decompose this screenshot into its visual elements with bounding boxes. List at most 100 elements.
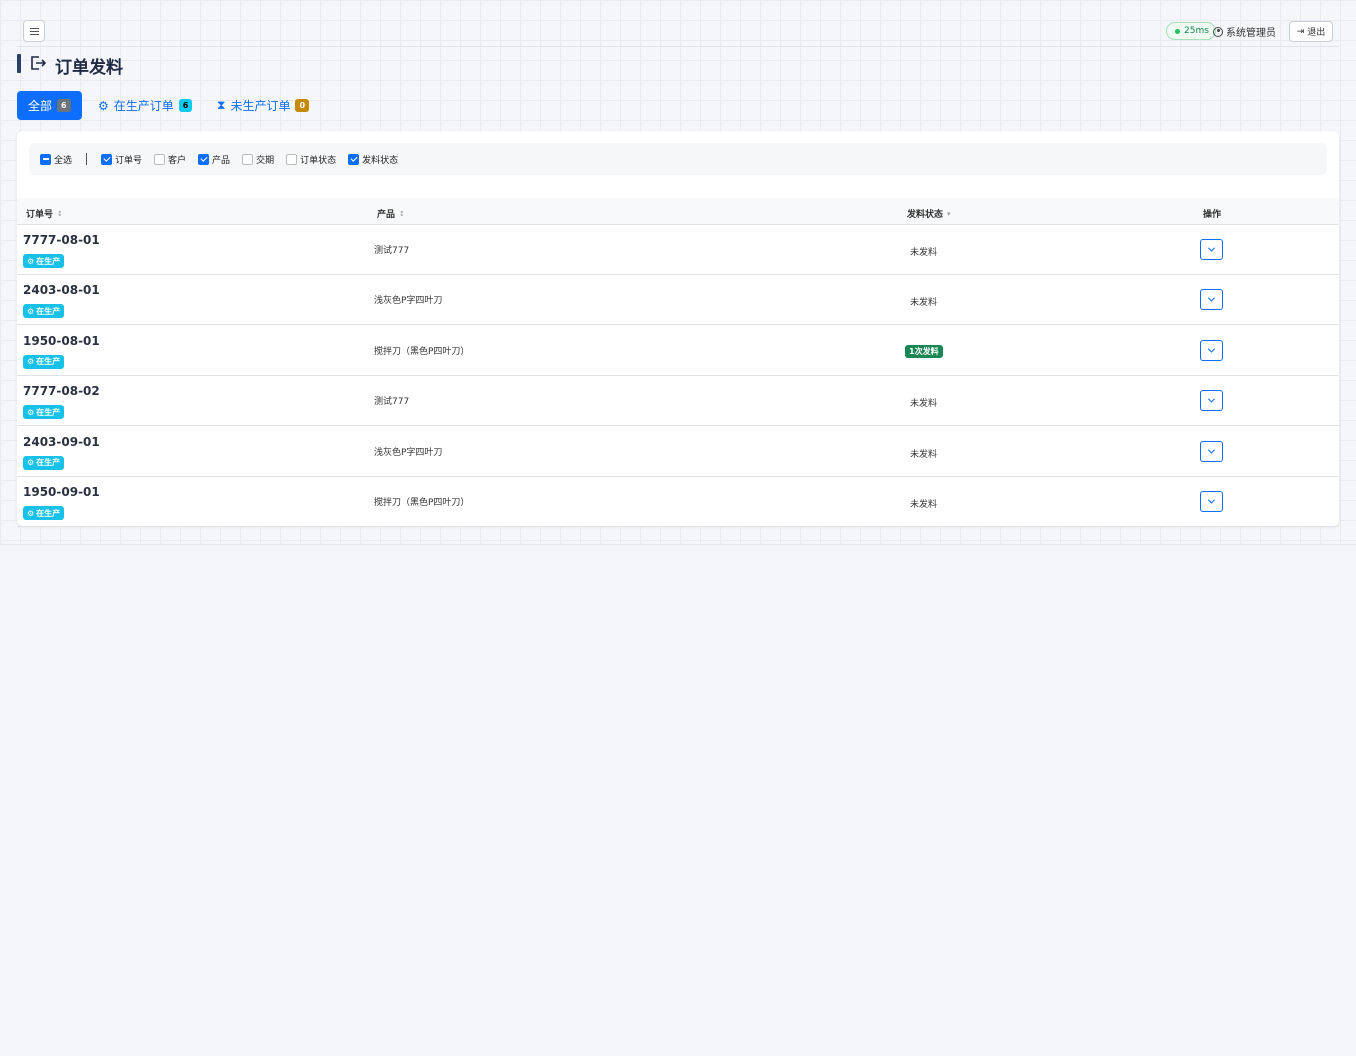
chevron-down-icon	[1207, 446, 1216, 454]
filter-label: 订单状态	[300, 155, 337, 166]
header-label: 产品	[377, 210, 396, 220]
order-number: 2403-09-01	[23, 434, 100, 449]
header-label: 操作	[1203, 210, 1222, 220]
checkbox-checked-icon[interactable]	[198, 153, 210, 165]
order-number: 2403-08-01	[23, 283, 100, 298]
column-filter-checkbox[interactable]: 客户	[154, 153, 186, 166]
checkbox-checked-icon[interactable]	[348, 153, 360, 165]
table-row: 1950-08-01 ⚙ 在生产 搅拌刀（黑色P四叶刀） 1次发料	[17, 326, 1339, 376]
product-name: 搅拌刀（黑色P四叶刀）	[374, 498, 470, 508]
select-all-label: 全选	[54, 155, 73, 166]
production-status-badge: ⚙ 在生产	[23, 354, 65, 369]
header-label: 订单号	[26, 210, 54, 220]
product-name: 测试777	[374, 397, 410, 408]
filter-label: 发料状态	[362, 155, 399, 166]
tab-label: 在生产订单	[113, 99, 174, 113]
user-info: 系统管理员	[1213, 24, 1276, 39]
expand-row-button[interactable]	[1200, 289, 1223, 311]
production-status-badge: ⚙ 在生产	[23, 254, 65, 268]
logout-icon: ⇥	[1296, 26, 1305, 37]
expand-row-button[interactable]	[1200, 339, 1223, 361]
count-badge: 6	[178, 99, 193, 112]
tab-all[interactable]: 全部 6	[17, 91, 82, 120]
tab-not-produced[interactable]: ⧗ 未生产订单 0	[206, 91, 320, 120]
column-filter-checkbox[interactable]: 产品	[198, 153, 230, 166]
gear-icon: ⚙	[27, 256, 35, 266]
filter-label: 客户	[168, 155, 187, 166]
column-filter-checkbox[interactable]: 交期	[242, 153, 274, 166]
column-filter-checkbox[interactable]: 订单状态	[286, 153, 336, 166]
header-label: 发料状态	[907, 210, 944, 220]
header-product[interactable]: 产品 ↕	[377, 207, 405, 221]
expand-row-button[interactable]	[1200, 390, 1223, 412]
order-card: 全选 订单号 客户 产品 交期 订单状态 发料状态 订单号 ↕ 产品 ↕ 发料状态 ▾ 操…	[17, 131, 1339, 527]
gear-icon: ⚙	[27, 508, 35, 518]
product-name: 浅灰色P字四叶刀	[374, 296, 443, 307]
title-accent-bar	[17, 54, 21, 73]
gear-icon: ⚙	[27, 357, 35, 367]
logout-label: 退出	[1307, 28, 1326, 38]
latency-indicator: 25ms	[1166, 22, 1216, 40]
header-divider	[17, 46, 1339, 47]
filter-divider	[86, 153, 88, 165]
production-status-badge: ⚙ 在生产	[23, 455, 65, 470]
table-row: 2403-08-01 ⚙ 在生产 浅灰色P字四叶刀 未发料	[17, 275, 1339, 326]
table-header: 订单号 ↕ 产品 ↕ 发料状态 ▾ 操作	[17, 198, 1339, 225]
filter-label: 产品	[212, 155, 231, 166]
badge-label: 在生产	[36, 306, 61, 316]
table-row: 7777-08-01 ⚙ 在生产 测试777 未发料	[17, 225, 1339, 275]
product-name: 搅拌刀（黑色P四叶刀）	[374, 346, 470, 357]
tab-label: 全部	[28, 99, 53, 113]
logout-button[interactable]: ⇥ 退出	[1289, 21, 1333, 42]
checkbox-unchecked-icon[interactable]	[286, 153, 298, 165]
badge-label: 在生产	[36, 458, 61, 468]
sort-icon[interactable]: ↕	[57, 210, 63, 218]
chevron-down-icon	[1207, 395, 1216, 403]
badge-label: 在生产	[36, 508, 61, 518]
status-dot-icon	[1175, 28, 1180, 34]
product-name: 浅灰色P字四叶刀	[374, 447, 443, 458]
production-status-badge: ⚙ 在生产	[23, 304, 65, 319]
tab-label: 未生产订单	[230, 99, 291, 113]
checkbox-indeterminate-icon[interactable]	[40, 153, 51, 165]
count-badge: 6	[57, 99, 71, 112]
header-order-no[interactable]: 订单号 ↕	[26, 207, 63, 221]
select-all-checkbox[interactable]: 全选	[40, 153, 72, 166]
expand-row-button[interactable]	[1200, 239, 1223, 260]
gear-icon: ⚙	[27, 407, 35, 417]
tab-in-production[interactable]: ⚙ 在生产订单 6	[87, 91, 203, 120]
user-circle-icon	[1213, 26, 1223, 37]
header-action: 操作	[1203, 207, 1221, 220]
checkbox-unchecked-icon[interactable]	[242, 153, 254, 165]
gear-icon: ⚙	[27, 458, 35, 468]
menu-toggle-button[interactable]	[23, 20, 45, 42]
badge-label: 在生产	[36, 407, 61, 417]
order-number: 7777-08-01	[23, 233, 100, 247]
table-row: 1950-09-01 ⚙ 在生产 搅拌刀（黑色P四叶刀） 未发料	[17, 477, 1339, 527]
box-arrow-right-icon	[31, 56, 47, 70]
column-filter-checkbox[interactable]: 订单号	[101, 153, 142, 166]
header-issue-status[interactable]: 发料状态 ▾	[907, 207, 951, 221]
checkbox-unchecked-icon[interactable]	[154, 153, 166, 165]
column-filter-checkbox[interactable]: 发料状态	[348, 153, 398, 166]
issue-status-text: 未发料	[910, 399, 938, 410]
expand-row-button[interactable]	[1200, 491, 1223, 512]
hourglass-icon: ⧗	[217, 98, 226, 112]
table-row: 2403-09-01 ⚙ 在生产 浅灰色P字四叶刀 未发料	[17, 427, 1339, 477]
column-checkbox-group: 订单号 客户 产品 交期 订单状态 发料状态	[101, 153, 410, 166]
order-number: 7777-08-02	[23, 384, 100, 399]
chevron-down-icon	[1207, 496, 1216, 504]
chevron-down-icon	[1207, 345, 1216, 353]
badge-label: 在生产	[36, 357, 61, 367]
production-status-badge: ⚙ 在生产	[23, 506, 65, 520]
order-number: 1950-08-01	[23, 333, 100, 348]
filter-label: 交期	[256, 155, 275, 166]
production-status-badge: ⚙ 在生产	[23, 405, 65, 420]
sort-icon[interactable]: ▾	[947, 210, 951, 218]
checkbox-checked-icon[interactable]	[101, 153, 113, 165]
chevron-down-icon	[1207, 244, 1216, 252]
app-background: 25ms 系统管理员 ⇥ 退出 订单发料 全部 6 ⚙ 在生产订单 6 ⧗ 未生…	[0, 0, 1356, 545]
expand-row-button[interactable]	[1200, 440, 1223, 462]
sort-icon[interactable]: ↕	[399, 210, 405, 218]
issue-status-text: 未发料	[910, 298, 938, 309]
